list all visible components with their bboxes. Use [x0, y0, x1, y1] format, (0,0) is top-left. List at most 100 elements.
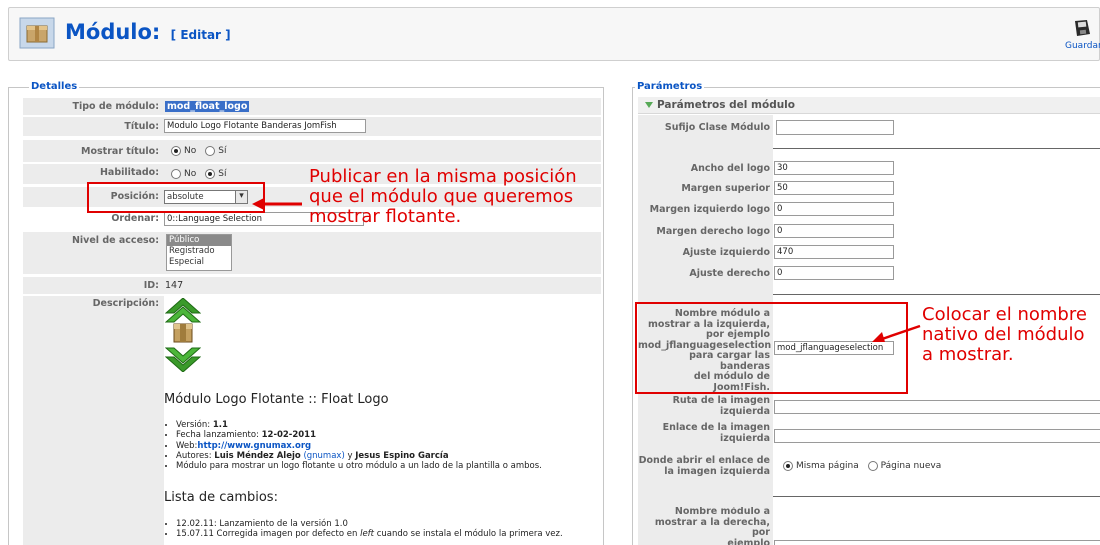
left-open-label-line: la imagen izquierda — [664, 465, 770, 477]
authors-label: Autores: — [176, 450, 215, 461]
left-open-same-radio[interactable] — [783, 461, 793, 471]
left-open-new-label: Página nueva — [880, 461, 942, 471]
params-legend: Parámetros — [635, 81, 705, 92]
changes-list: 12.02.11: Lanzamiento de la versión 1.0 … — [176, 519, 563, 540]
save-button-label[interactable]: Guardar — [1065, 41, 1100, 51]
right-module-label-line: ejemplo — [727, 537, 770, 545]
enabled-no-radio[interactable] — [171, 168, 181, 179]
list-item: Versión: 1.1 — [176, 420, 542, 430]
show-title-yes-label: Sí — [218, 145, 227, 156]
access-row: Nivel de acceso: Público Registrado Espe… — [23, 232, 601, 274]
module-box-icon — [19, 17, 55, 49]
left-image-link-label-line: Enlace de la imagen — [662, 422, 770, 433]
list-item: Fecha lanzamiento: 12-02-2011 — [176, 430, 542, 440]
margin-right-input[interactable]: 0 — [774, 224, 894, 238]
left-open-row: Donde abrir el enlace de la imagen izqui… — [638, 455, 1100, 480]
description-label: Descripción: — [92, 298, 159, 309]
web-link[interactable]: http://www.gnumax.org — [197, 441, 311, 451]
left-image-link-row: Enlace de la imagen izquierda — [638, 422, 1100, 449]
suffix-input[interactable] — [776, 120, 894, 135]
annotation-left-line1: Publicar en la misma posición — [309, 166, 577, 187]
description-list: Versión: 1.1 Fecha lanzamiento: 12-02-20… — [176, 420, 542, 471]
show-title-yes-radio[interactable] — [205, 145, 216, 156]
version-label: Versión: — [176, 420, 213, 430]
access-option-public[interactable]: Público — [167, 235, 231, 246]
description-row: Descripción: — [23, 296, 164, 545]
adjust-left-row: Ajuste izquierdo 470 — [638, 244, 1100, 264]
author2: Jesus Espino García — [355, 450, 449, 461]
adjust-left-input[interactable]: 470 — [774, 245, 894, 259]
author1-nick-link[interactable]: (gnumax) — [303, 451, 344, 461]
web-label: Web: — [176, 440, 198, 451]
access-label: Nivel de acceso: — [71, 235, 159, 246]
left-image-link-input[interactable] — [774, 429, 1100, 443]
separator — [773, 294, 1100, 295]
margin-right-label: Margen derecho logo — [656, 226, 770, 237]
enabled-no-label: No — [184, 168, 197, 179]
float-logo-image — [165, 298, 201, 372]
change2-text: 15.07.11 Corregida imagen por defecto en — [176, 529, 361, 540]
adjust-right-input[interactable]: 0 — [774, 266, 894, 280]
left-open-label: Donde abrir el enlace de la imagen izqui… — [638, 455, 770, 477]
annotation-right-line2: nativo del módulo — [922, 324, 1085, 345]
authors-and: y — [344, 450, 356, 461]
adjust-right-label: Ajuste derecho — [689, 268, 770, 279]
show-title-row: Mostrar título: No Sí — [23, 140, 601, 162]
margin-top-label: Margen superior — [681, 183, 770, 194]
list-item: Web:http://www.gnumax.org — [176, 441, 542, 451]
enabled-yes-radio[interactable] — [205, 168, 216, 179]
left-open-new-radio[interactable] — [867, 461, 878, 471]
annotation-module-name-text: Colocar el nombre nativo del módulo a mo… — [922, 305, 1087, 365]
annotation-right-line1: Colocar el nombre — [922, 304, 1087, 325]
left-open-same-label: Misma página — [796, 461, 859, 471]
id-value: 147 — [165, 280, 184, 291]
title-row: Título: Modulo Logo Flotante Banderas Jo… — [23, 117, 601, 136]
change1-text: 12.02.11: Lanzamiento de la versión 1.0 — [176, 519, 348, 529]
left-open-label-line: Donde abrir el enlace de — [638, 455, 770, 466]
margin-left-input[interactable]: 0 — [774, 202, 894, 216]
access-option-special[interactable]: Especial — [167, 257, 231, 268]
separator — [773, 148, 1100, 149]
params-section-header[interactable]: Parámetros del módulo — [638, 97, 1100, 114]
access-option-registered[interactable]: Registrado — [167, 246, 231, 257]
module-type-label: Tipo de módulo: — [72, 101, 160, 112]
margin-top-row: Margen superior 50 — [638, 180, 1100, 200]
module-type-row: Tipo de módulo: mod_float_logo — [23, 98, 601, 115]
order-label: Ordenar: — [111, 213, 159, 224]
annotation-position-text: Publicar en la misma posición que el mód… — [309, 167, 577, 227]
access-listbox[interactable]: Público Registrado Especial — [166, 234, 232, 271]
annotation-position-box — [87, 182, 265, 213]
left-image-path-input[interactable] — [774, 400, 1100, 414]
margin-left-row: Margen izquierdo logo 0 — [638, 201, 1100, 221]
page-title-text: Módulo: — [65, 20, 161, 44]
left-image-link-label-line: izquierda — [720, 432, 770, 444]
left-image-path-label-line: Ruta de la imagen — [672, 395, 770, 406]
annotation-left-line2: que el módulo que queremos — [309, 186, 574, 207]
margin-left-label: Margen izquierdo logo — [649, 204, 770, 215]
separator — [773, 496, 1100, 497]
margin-right-row: Margen derecho logo 0 — [638, 223, 1100, 243]
suffix-label: Sufijo Clase Módulo — [664, 122, 770, 133]
show-title-no-label: No — [184, 145, 197, 156]
logo-width-label: Ancho del logo — [690, 163, 770, 174]
title-input[interactable]: Modulo Logo Flotante Banderas JomFish — [164, 119, 366, 133]
annotation-arrow-left-icon — [872, 324, 921, 342]
change2-text-end: cuando se instala el módulo la primera v… — [374, 529, 563, 540]
description-heading: Módulo Logo Flotante :: Float Logo — [164, 392, 389, 407]
right-module-label: Nombre módulo a mostrar a la derecha, po… — [638, 507, 770, 545]
right-module-input[interactable] — [774, 540, 1100, 545]
title-label: Título: — [124, 121, 159, 132]
adjust-right-row: Ajuste derecho 0 — [638, 265, 1100, 285]
list-item: 12.02.11: Lanzamiento de la versión 1.0 — [176, 519, 563, 529]
show-title-no-radio[interactable] — [171, 145, 181, 156]
left-image-path-row: Ruta de la imagen izquierda — [638, 395, 1100, 420]
toolbar: Módulo: [ Editar ] Guardar — [8, 7, 1100, 61]
logo-width-row: Ancho del logo 30 — [638, 160, 1100, 180]
author1: Luis Méndez Alejo — [214, 450, 301, 461]
save-button[interactable]: Guardar — [1065, 18, 1100, 51]
logo-width-input[interactable]: 30 — [774, 161, 894, 175]
release-value: 12-02-2011 — [261, 430, 316, 441]
suffix-row: Sufijo Clase Módulo — [638, 119, 1100, 139]
right-module-label-line: Nombre módulo a — [674, 507, 770, 517]
margin-top-input[interactable]: 50 — [774, 181, 894, 195]
